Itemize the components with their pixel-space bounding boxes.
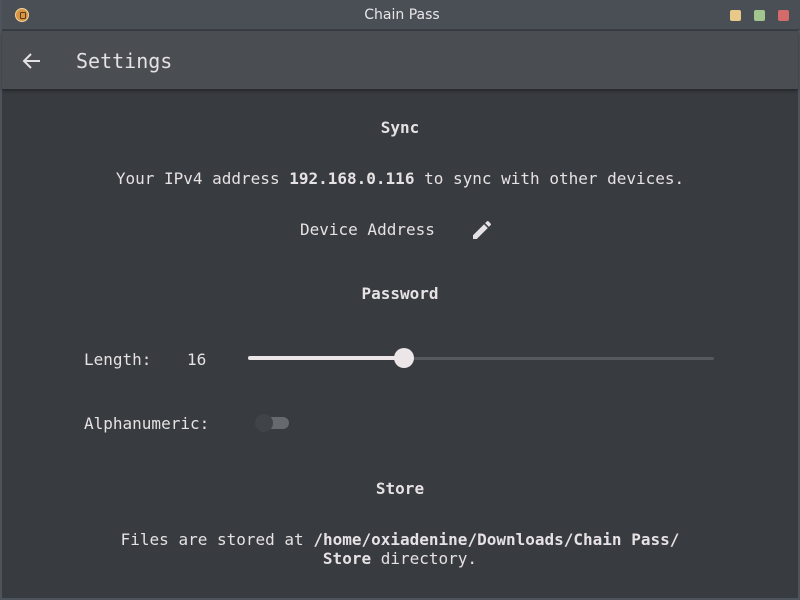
slider-thumb[interactable] (394, 348, 415, 368)
length-value: 16 (187, 350, 207, 369)
window-title: Chain Pass (364, 7, 440, 23)
length-label: Length: (84, 350, 152, 369)
alphanumeric-toggle[interactable] (255, 414, 291, 432)
slider-active-track (248, 356, 405, 360)
pencil-icon (473, 220, 492, 239)
length-slider[interactable] (248, 347, 714, 371)
page-title: Settings (76, 49, 173, 73)
window-titlebar[interactable]: Chain Pass (2, 0, 800, 30)
store-prefix: Files are stored at (120, 530, 304, 549)
back-button[interactable] (16, 45, 48, 77)
toggle-knob (255, 414, 273, 432)
sync-section-title: Sync (380, 118, 420, 137)
alphanumeric-label: Alphanumeric: (84, 414, 210, 433)
app-window: Chain Pass Settings Sync Your IPv4 addre… (0, 0, 800, 600)
store-section-title: Store (375, 479, 425, 498)
store-path-part2: Store (322, 549, 372, 568)
store-path-line2: Store directory. (2, 549, 798, 568)
device-address-row: Device Address (2, 218, 798, 242)
maximize-button[interactable] (754, 10, 765, 21)
ip-address-text: Your IPv4 address 192.168.0.116 to sync … (2, 169, 798, 188)
store-path-part1: /home/oxiadenine/Downloads/Chain Pass/ (313, 530, 680, 549)
password-section-title: Password (361, 284, 439, 303)
minimize-button[interactable] (730, 10, 741, 21)
edit-device-address-button[interactable] (470, 218, 494, 242)
ip-address-value: 192.168.0.116 (289, 169, 415, 188)
store-suffix: directory. (380, 549, 478, 568)
settings-content: Sync Your IPv4 address 192.168.0.116 to … (2, 89, 798, 599)
device-address-label: Device Address (300, 220, 435, 239)
ip-prefix: Your IPv4 address (115, 169, 280, 188)
arrow-left-icon (22, 53, 40, 69)
store-path-line1: Files are stored at /home/oxiadenine/Dow… (2, 530, 798, 549)
ip-suffix: to sync with other devices. (424, 169, 685, 188)
app-bar: Settings (2, 31, 798, 89)
close-button[interactable] (778, 10, 789, 21)
